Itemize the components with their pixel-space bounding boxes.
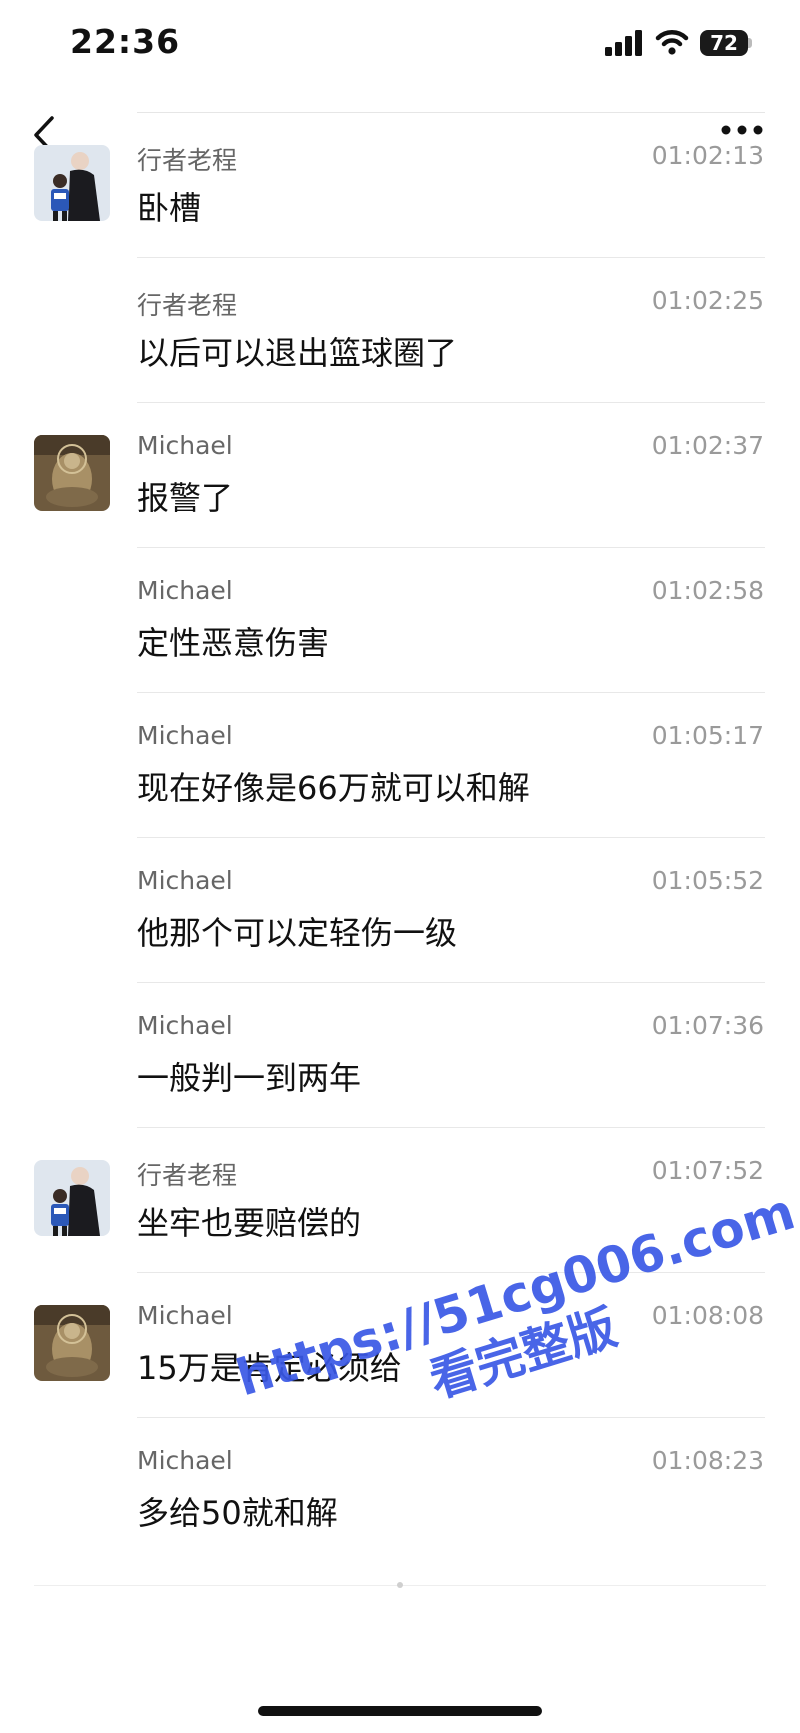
message-row[interactable]: Michael 01:02:58 定性恶意伤害 — [0, 548, 800, 693]
message-row[interactable]: Michael 01:05:52 他那个可以定轻伤一级 — [0, 838, 800, 983]
avatar-xingzhe-image — [34, 145, 110, 221]
avatar-michael-image — [34, 1305, 110, 1381]
message-time: 01:05:17 — [651, 721, 764, 750]
wifi-icon — [655, 30, 689, 55]
message-time: 01:02:13 — [651, 141, 764, 170]
message-row[interactable]: 行者老程 01:02:13 卧槽 — [0, 113, 800, 258]
message-text: 报警了 — [137, 479, 234, 517]
message-time: 01:02:37 — [651, 431, 764, 460]
status-time: 22:36 — [70, 22, 181, 61]
battery-tip — [748, 38, 752, 48]
sender-name: Michael — [137, 1301, 233, 1330]
sender-name: 行者老程 — [137, 1161, 238, 1190]
message-text: 一般判一到两年 — [137, 1059, 362, 1097]
message-time: 01:02:58 — [651, 576, 764, 605]
avatar[interactable] — [34, 145, 110, 221]
sender-name: Michael — [137, 1446, 233, 1475]
message-row[interactable]: Michael 01:05:17 现在好像是66万就可以和解 — [0, 693, 800, 838]
battery-indicator: 72 — [700, 30, 748, 56]
cellular-signal-icon — [605, 30, 642, 56]
message-time: 01:05:52 — [651, 866, 764, 895]
message-row[interactable]: Michael 01:07:36 一般判一到两年 — [0, 983, 800, 1128]
message-time: 01:07:52 — [651, 1156, 764, 1185]
avatar[interactable] — [34, 1305, 110, 1381]
message-text: 现在好像是66万就可以和解 — [137, 769, 530, 807]
message-text: 他那个可以定轻伤一级 — [137, 914, 458, 952]
sender-name: 行者老程 — [137, 146, 238, 175]
sender-name: Michael — [137, 576, 233, 605]
message-text: 卧槽 — [137, 189, 202, 227]
avatar-xingzhe-image — [34, 1160, 110, 1236]
home-indicator[interactable] — [258, 1706, 542, 1716]
avatar-michael-image — [34, 435, 110, 511]
status-bar: 22:36 72 — [0, 0, 800, 100]
message-time: 01:08:23 — [651, 1446, 764, 1475]
message-row[interactable]: 行者老程 01:02:25 以后可以退出篮球圈了 — [0, 258, 800, 403]
sender-name: Michael — [137, 431, 233, 460]
sender-name: Michael — [137, 1011, 233, 1040]
sender-name: Michael — [137, 866, 233, 895]
message-row[interactable]: Michael 01:02:37 报警了 — [0, 403, 800, 548]
message-time: 01:02:25 — [651, 286, 764, 315]
message-text: 定性恶意伤害 — [137, 624, 330, 662]
sender-name: Michael — [137, 721, 233, 750]
message-text: 坐牢也要赔偿的 — [137, 1204, 362, 1242]
message-time: 01:07:36 — [651, 1011, 764, 1040]
avatar[interactable] — [34, 1160, 110, 1236]
scroll-indicator-dot — [397, 1582, 403, 1588]
avatar[interactable] — [34, 435, 110, 511]
message-text: 以后可以退出篮球圈了 — [137, 334, 458, 372]
sender-name: 行者老程 — [137, 291, 238, 320]
